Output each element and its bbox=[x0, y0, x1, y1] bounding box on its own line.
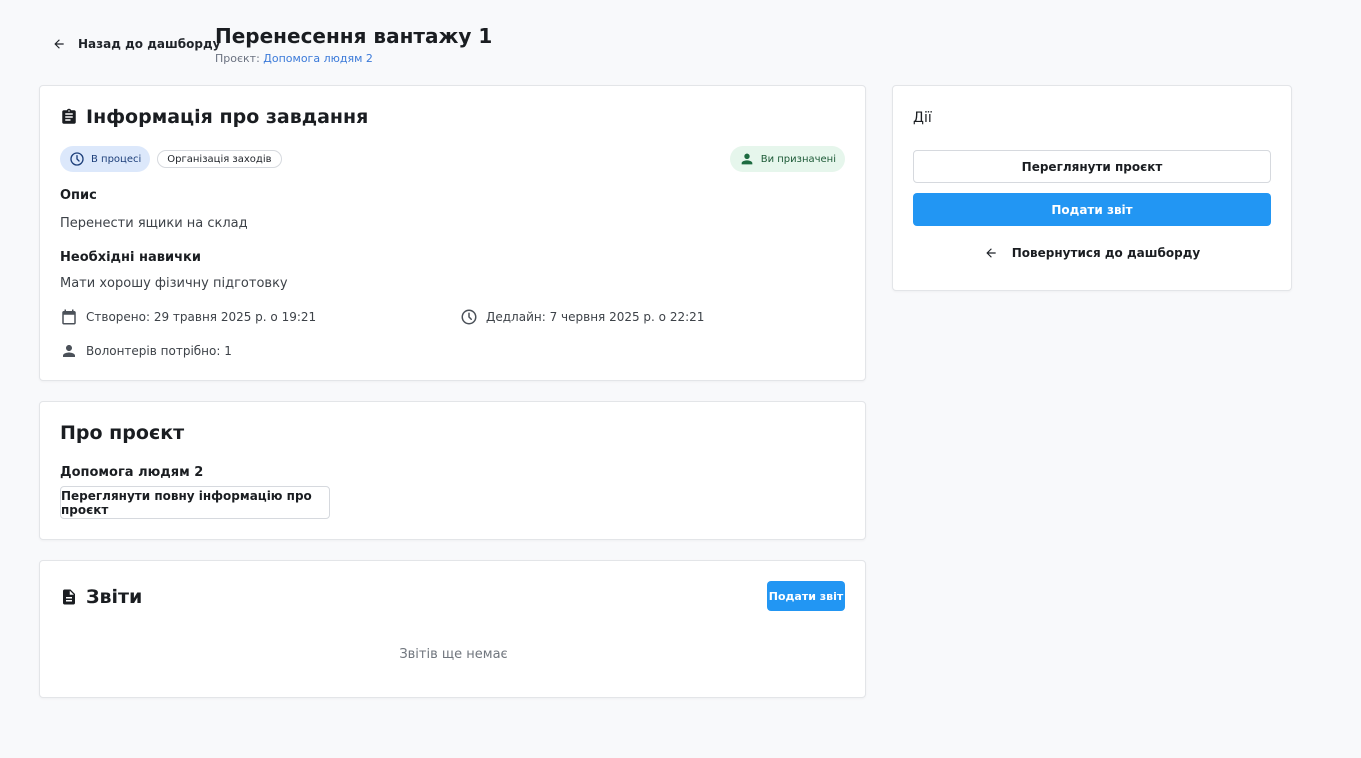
about-project-card: Про проєкт Допомога людям 2 Переглянути … bbox=[39, 401, 866, 540]
page-header: Назад до дашборду Перенесення вантажу 1 … bbox=[0, 0, 1361, 80]
document-icon bbox=[63, 589, 75, 605]
about-project-title: Про проєкт bbox=[60, 422, 185, 444]
clock-icon bbox=[461, 309, 477, 325]
arrow-left-icon bbox=[986, 248, 996, 258]
return-to-dashboard-button[interactable]: Повернутися до дашборду bbox=[913, 238, 1271, 268]
assigned-badge: Ви призначені bbox=[729, 146, 845, 172]
category-badge: Організація заходів bbox=[157, 150, 282, 168]
volunteers-text: Волонтерів потрібно: 1 bbox=[86, 344, 232, 358]
person-icon bbox=[63, 345, 75, 357]
reports-title: Звіти bbox=[86, 586, 143, 608]
description-label: Опис bbox=[60, 188, 97, 203]
page-title: Перенесення вантажу 1 bbox=[215, 24, 493, 48]
task-info-title: Інформація про завдання bbox=[86, 106, 369, 128]
submit-report-button[interactable]: Подати звіт bbox=[767, 581, 845, 611]
project-link[interactable]: Допомога людям 2 bbox=[263, 52, 373, 65]
deadline-text: Дедлайн: 7 червня 2025 р. о 22:21 bbox=[486, 310, 705, 324]
actions-title: Дії bbox=[913, 110, 932, 126]
view-full-project-button[interactable]: Переглянути повну інформацію про проєкт bbox=[60, 486, 330, 519]
actions-card: Дії Переглянути проєкт Подати звіт Повер… bbox=[892, 85, 1292, 291]
return-to-dashboard-label: Повернутися до дашборду bbox=[1011, 246, 1201, 260]
deadline-meta: Дедлайн: 7 червня 2025 р. о 22:21 bbox=[460, 308, 704, 326]
created-text: Створено: 29 травня 2025 р. о 19:21 bbox=[86, 310, 317, 324]
status-badge-label: В процесі bbox=[91, 153, 142, 165]
description-text: Перенести ящики на склад bbox=[60, 216, 248, 231]
view-project-button[interactable]: Переглянути проєкт bbox=[913, 150, 1271, 183]
skills-text: Мати хорошу фізичну підготовку bbox=[60, 276, 288, 291]
calendar-icon bbox=[62, 309, 76, 325]
reports-heading: Звіти bbox=[60, 586, 142, 608]
project-prefix: Проєкт: bbox=[215, 52, 260, 65]
skills-label: Необхідні навички bbox=[60, 250, 201, 265]
person-icon bbox=[741, 153, 753, 165]
status-badge: В процесі bbox=[60, 146, 151, 172]
created-meta: Створено: 29 травня 2025 р. о 19:21 bbox=[60, 308, 316, 326]
submit-report-action-button[interactable]: Подати звіт bbox=[913, 193, 1271, 226]
page-subtitle: Проєкт: Допомога людям 2 bbox=[215, 52, 373, 65]
clock-icon bbox=[70, 152, 84, 166]
task-info-heading: Інформація про завдання bbox=[60, 106, 368, 128]
reports-card: Звіти Подати звіт Звітів ще немає bbox=[39, 560, 866, 698]
project-name: Допомога людям 2 bbox=[60, 465, 204, 480]
clipboard-icon bbox=[62, 108, 76, 124]
reports-empty-text: Звітів ще немає bbox=[399, 647, 508, 662]
arrow-left-icon bbox=[54, 39, 64, 49]
task-info-card: Інформація про завдання В процесі Органі… bbox=[39, 85, 866, 381]
back-link-label: Назад до дашборду bbox=[78, 37, 221, 51]
volunteers-meta: Волонтерів потрібно: 1 bbox=[60, 342, 232, 360]
back-to-dashboard-link[interactable]: Назад до дашборду bbox=[46, 30, 226, 58]
assigned-badge-label: Ви призначені bbox=[760, 153, 836, 165]
